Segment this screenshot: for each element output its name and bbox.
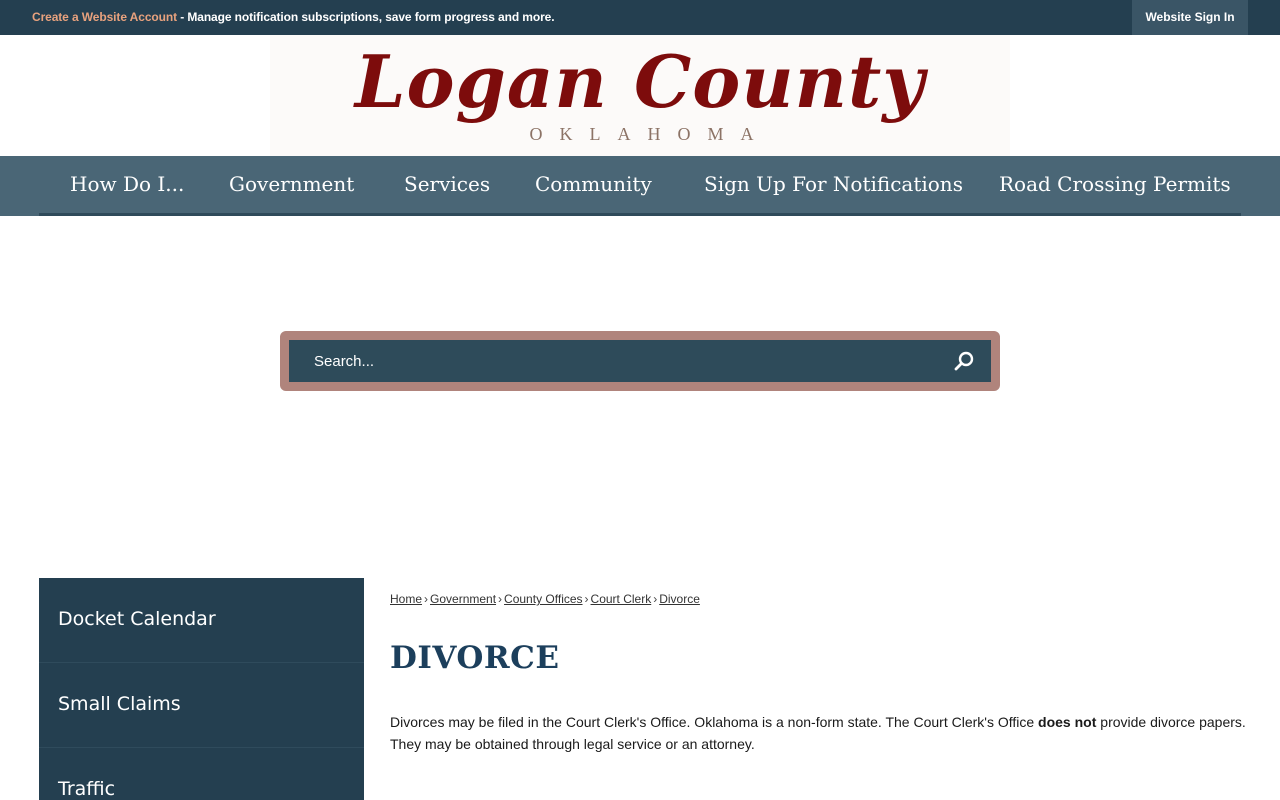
account-message-text: - Manage notification subscriptions, sav… (176, 10, 555, 24)
sidebar-item-traffic[interactable]: Traffic (39, 748, 364, 800)
nav-item-sign-up-notifications[interactable]: Sign Up For Notifications (704, 156, 963, 214)
sidebar: Docket Calendar Small Claims Traffic (39, 578, 364, 800)
search-box (289, 340, 991, 382)
sidebar-item-label: Traffic (58, 778, 116, 800)
search-icon (954, 351, 974, 371)
search-input[interactable] (289, 340, 939, 382)
logo-title[interactable]: Logan County (0, 39, 1280, 124)
sidebar-item-docket-calendar[interactable]: Docket Calendar (39, 578, 364, 663)
nav-item-road-crossing-permits[interactable]: Road Crossing Permits (999, 156, 1231, 214)
search-button[interactable] (951, 348, 977, 374)
top-bar: Create a Website Account - Manage notifi… (0, 0, 1280, 35)
nav-item-services[interactable]: Services (404, 156, 490, 214)
breadcrumb-divorce[interactable]: Divorce (659, 592, 700, 606)
body-text-bold: does not (1038, 714, 1097, 730)
page-title: DIVORCE (390, 640, 560, 676)
breadcrumb-county-offices[interactable]: County Offices (504, 592, 582, 606)
breadcrumb-home[interactable]: Home (390, 592, 422, 606)
body-text-part1: Divorces may be filed in the Court Clerk… (390, 714, 1039, 730)
sidebar-item-small-claims[interactable]: Small Claims (39, 663, 364, 748)
website-sign-in-button[interactable]: Website Sign In (1132, 0, 1248, 35)
logo-subtitle: OKLAHOMA (529, 124, 771, 144)
sidebar-item-label: Docket Calendar (58, 608, 216, 630)
body-paragraph: Divorces may be filed in the Court Clerk… (390, 711, 1250, 755)
breadcrumb: Home › Government › County Offices › Court Cle… (390, 592, 700, 606)
nav-item-government[interactable]: Government (229, 156, 354, 214)
nav-item-how-do-i[interactable]: How Do I... (70, 156, 184, 214)
breadcrumb-separator: › (424, 592, 429, 606)
nav-divider (39, 213, 1241, 216)
breadcrumb-separator: › (498, 592, 503, 606)
site-header: Logan County OKLAHOMA (0, 35, 1280, 156)
breadcrumb-separator: › (584, 592, 589, 606)
main-nav: How Do I... Government Services Communit… (0, 156, 1280, 216)
breadcrumb-government[interactable]: Government (430, 592, 496, 606)
sidebar-item-label: Small Claims (58, 693, 181, 715)
breadcrumb-court-clerk[interactable]: Court Clerk (591, 592, 652, 606)
account-message: Create a Website Account - Manage notifi… (32, 10, 555, 24)
create-account-link[interactable]: Create a Website Account (32, 10, 177, 24)
nav-item-community[interactable]: Community (535, 156, 652, 214)
